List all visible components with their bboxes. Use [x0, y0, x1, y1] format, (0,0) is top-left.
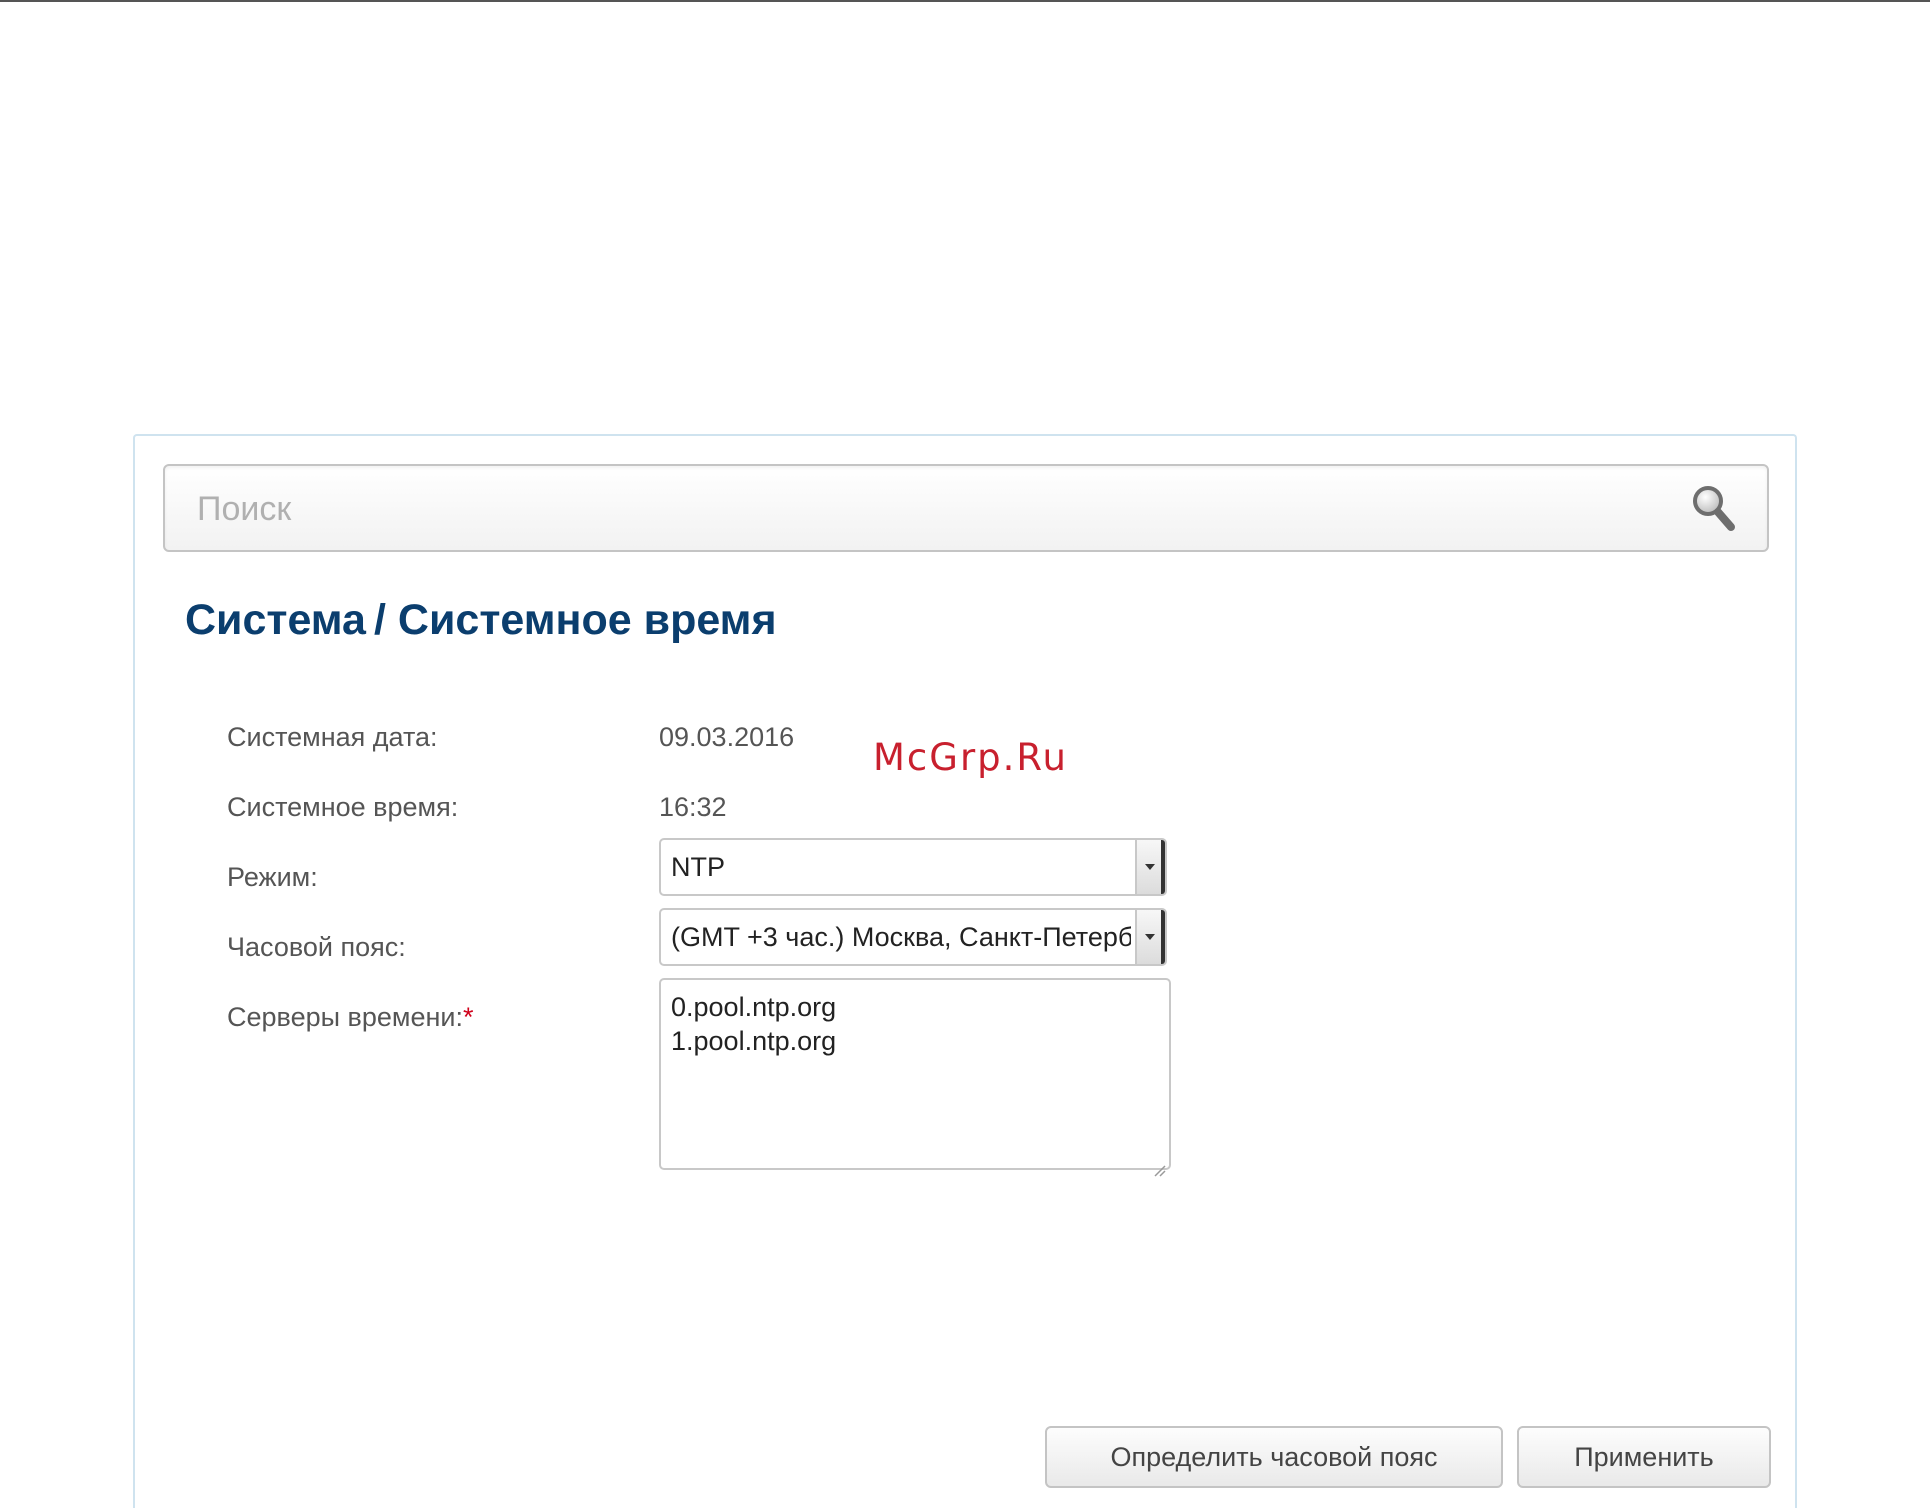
page-title: Система / Системное время: [185, 596, 777, 645]
breadcrumb-current: Системное время: [397, 596, 777, 644]
timezone-selected-value: (GMT +3 час.) Москва, Санкт-Петербург: [671, 922, 1131, 952]
system-time-value: 16:32: [659, 792, 727, 822]
time-servers-textarea[interactable]: 0.pool.ntp.org 1.pool.ntp.org: [659, 978, 1171, 1177]
chevron-down-icon[interactable]: [1135, 840, 1165, 894]
mode-select[interactable]: NTP: [659, 838, 1167, 896]
system-date-label: Системная дата:: [227, 722, 438, 752]
time-servers-label-text: Серверы времени:: [227, 1002, 463, 1032]
time-server-entry: 1.pool.ntp.org: [671, 1026, 837, 1056]
system-time-label: Системное время:: [227, 792, 459, 822]
timezone-label: Часовой пояс:: [227, 932, 406, 962]
time-servers-label: Серверы времени:*: [227, 1002, 473, 1033]
system-time-panel: Система/Системное время Системная дата: …: [133, 434, 1797, 1508]
system-date-value: 09.03.2016: [659, 722, 795, 752]
search-bar: [163, 464, 1769, 552]
timezone-select[interactable]: (GMT +3 час.) Москва, Санкт-Петербург: [659, 908, 1167, 966]
detect-timezone-button[interactable]: Определить часовой пояс: [1045, 1426, 1503, 1488]
time-server-entry: 0.pool.ntp.org: [671, 992, 837, 1022]
apply-button[interactable]: Применить: [1517, 1426, 1771, 1488]
search-icon[interactable]: [1689, 482, 1739, 534]
chevron-down-icon[interactable]: [1135, 910, 1165, 964]
top-divider: [0, 0, 1930, 2]
mode-label: Режим:: [227, 862, 318, 892]
breadcrumb-separator: /: [373, 596, 386, 644]
search-input[interactable]: [195, 466, 1659, 552]
watermark: McGrp.Ru: [873, 736, 1068, 779]
required-mark: *: [462, 1002, 474, 1032]
resize-grip-icon[interactable]: [1152, 1151, 1166, 1177]
breadcrumb-section[interactable]: Система: [185, 596, 366, 644]
mode-selected-value: NTP: [671, 852, 725, 882]
